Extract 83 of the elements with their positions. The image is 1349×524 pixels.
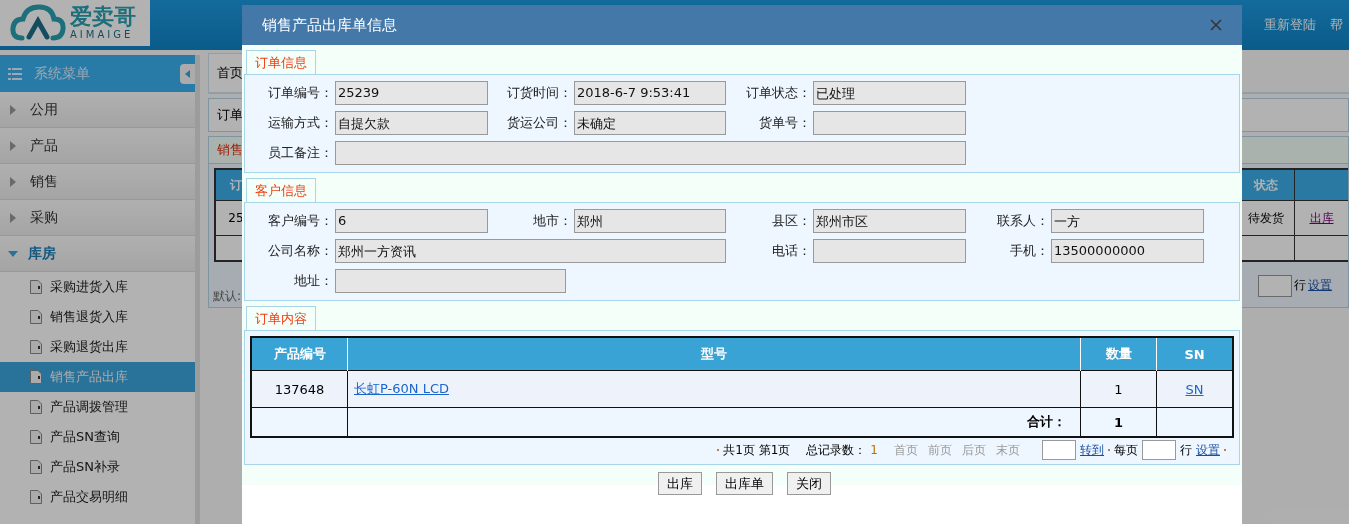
column-header: 产品编号 (251, 337, 348, 371)
text-field[interactable] (813, 239, 966, 263)
caret-right-icon (10, 176, 16, 187)
text-field[interactable]: 已处理 (813, 81, 966, 105)
document-icon (30, 310, 42, 324)
caret-icon (185, 70, 190, 78)
column-header: 型号 (347, 337, 1081, 371)
table-cell: 1 (1080, 370, 1157, 408)
rows-field[interactable] (1258, 274, 1292, 297)
dialog-title: 销售产品出库单信息 (262, 15, 397, 35)
document-icon (30, 370, 42, 384)
collapse-button[interactable] (180, 64, 195, 84)
sidebar-item[interactable]: 销售 (0, 164, 195, 200)
text-field[interactable]: 2018-6-7 9:53:41 (574, 81, 726, 105)
table-cell: 137648 (251, 370, 348, 408)
field-label: 订单状态： (745, 84, 812, 102)
field-label: 手机： (1009, 242, 1050, 260)
field-label: 联系人： (996, 212, 1050, 230)
field-label: 货单号： (758, 114, 812, 132)
sidebar-title: 系统菜单 (34, 64, 90, 83)
field-label: 订单编号： (267, 84, 334, 102)
sidebar-item[interactable]: 公用 (0, 92, 195, 128)
document-icon (30, 460, 42, 474)
field-label: 公司名称： (267, 242, 334, 260)
records-count: 1 (870, 443, 878, 457)
product-link[interactable]: 长虹P-60N LCD (354, 381, 449, 396)
sn-link[interactable]: SN (1185, 381, 1204, 397)
page-field[interactable] (1042, 440, 1076, 460)
close-icon[interactable] (1210, 19, 1222, 31)
text-field[interactable] (813, 111, 966, 135)
column-header: 数量 (1080, 337, 1157, 371)
document-icon (30, 400, 42, 414)
text-field[interactable] (335, 269, 566, 293)
text-field[interactable]: 一方 (1051, 209, 1204, 233)
text-field[interactable]: 郑州市区 (813, 209, 966, 233)
sidebar-item[interactable]: 产品 (0, 128, 195, 164)
text-field[interactable]: 25239 (335, 81, 488, 105)
logo-subtext: AIMAIGE (70, 30, 135, 40)
text-field[interactable]: 郑州 (574, 209, 726, 233)
panel-title: 销售 (217, 141, 243, 159)
menu-icon (8, 67, 22, 80)
note-text: 默认: (213, 288, 242, 305)
text-field[interactable]: 自提欠款 (335, 111, 488, 135)
stock-out-link[interactable]: 出库 (1309, 209, 1334, 227)
caret-right-icon (10, 212, 16, 223)
per-page-field[interactable] (1142, 440, 1176, 460)
field-label: 订货时间： (506, 84, 573, 102)
action-button[interactable]: 出库单 (716, 472, 773, 495)
text-field[interactable] (335, 141, 966, 165)
document-icon (30, 490, 42, 504)
field-label: 运输方式： (267, 114, 334, 132)
field-label: 客户编号： (267, 212, 334, 230)
settings-link[interactable]: 设置 (1196, 441, 1220, 459)
rows-label: 行 (1294, 277, 1306, 294)
field-label: 电话： (771, 242, 812, 260)
page-count: 共1页 第1页 (723, 441, 791, 459)
settings-link[interactable]: 设置 (1308, 277, 1332, 294)
per-page-label: 每页 (1114, 441, 1138, 459)
field-label: 员工备注： (267, 144, 334, 162)
field-label: 货运公司： (506, 114, 573, 132)
sidebar-item[interactable]: 采购 (0, 200, 195, 236)
caret-right-icon (10, 104, 16, 115)
document-icon (30, 430, 42, 444)
column-header: SN (1156, 337, 1233, 371)
text-field[interactable]: 6 (335, 209, 488, 233)
document-icon (30, 280, 42, 294)
caret-right-icon (10, 140, 16, 151)
action-button[interactable]: 出库 (658, 472, 702, 495)
caret-down-icon (8, 250, 18, 257)
field-label: 地址： (293, 272, 334, 290)
field-label: 县区： (771, 212, 812, 230)
action-button[interactable]: 关闭 (787, 472, 831, 495)
records-label: 总记录数： (806, 441, 867, 459)
rows-label: 行 (1180, 441, 1192, 459)
text-field[interactable]: 郑州一方资讯 (335, 239, 726, 263)
text-field[interactable]: 13500000000 (1051, 239, 1204, 263)
field-label: 地市： (532, 212, 573, 230)
logo-text: 爱卖哥 (70, 6, 136, 28)
document-icon (30, 340, 42, 354)
filter-label: 订单 (217, 106, 243, 124)
text-field[interactable]: 未确定 (574, 111, 726, 135)
goto-link[interactable]: 转到 (1080, 441, 1104, 459)
cloud-logo-icon (10, 4, 66, 42)
